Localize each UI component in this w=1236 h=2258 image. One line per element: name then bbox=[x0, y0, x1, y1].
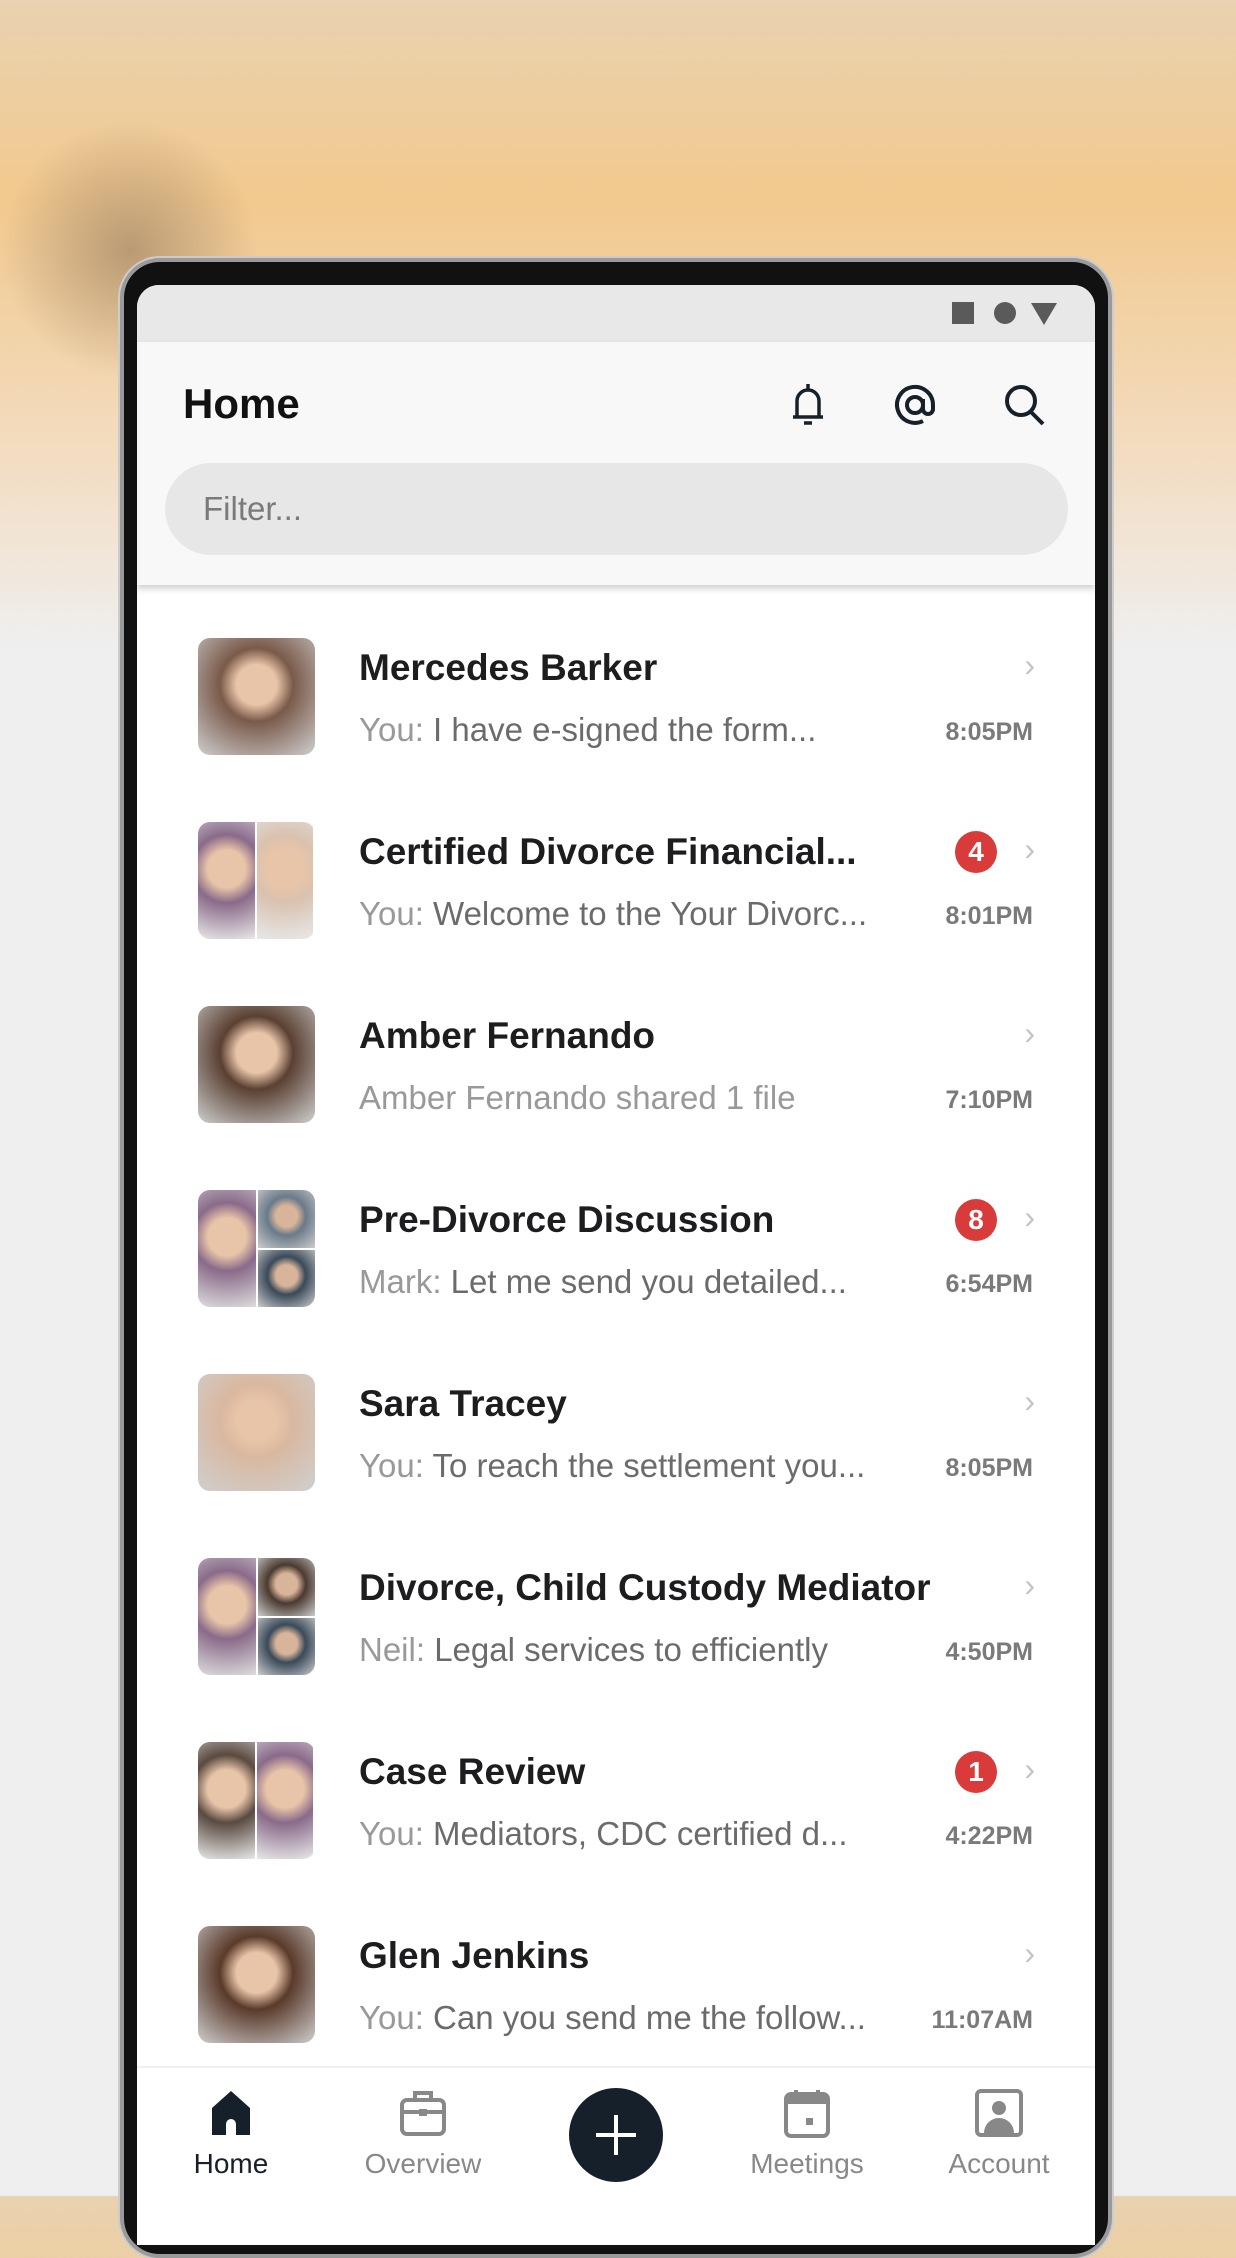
chevron-right-icon: › bbox=[1024, 1199, 1035, 1235]
preview-sender: You: bbox=[359, 711, 424, 748]
conversation-name: Mercedes Barker bbox=[359, 647, 658, 688]
stop-icon bbox=[952, 302, 974, 324]
search-icon[interactable] bbox=[1000, 380, 1050, 430]
avatar bbox=[198, 1374, 315, 1491]
bell-icon[interactable] bbox=[783, 380, 833, 430]
avatar bbox=[198, 822, 315, 939]
preview-message: Can you send me the follow... bbox=[433, 1999, 866, 2036]
conversation-preview: Neil: Legal services to efficiently bbox=[359, 1631, 828, 1669]
wifi-triangle-icon bbox=[1031, 303, 1057, 325]
mention-icon[interactable] bbox=[890, 380, 940, 430]
dot-icon bbox=[994, 302, 1016, 324]
avatar bbox=[198, 1742, 315, 1859]
preview-sender: Neil: bbox=[359, 1631, 426, 1668]
conversation-row[interactable]: Case Review You: Mediators, CDC certifie… bbox=[137, 1689, 1095, 1873]
nav-account[interactable]: Account bbox=[914, 2068, 1084, 2208]
nav-overview-label: Overview bbox=[364, 2148, 482, 2179]
conversation-time: 8:01PM bbox=[945, 902, 1033, 930]
conversation-time: 4:22PM bbox=[945, 1822, 1033, 1850]
chevron-right-icon: › bbox=[1024, 1935, 1035, 1971]
preview-sender: You: bbox=[359, 1447, 424, 1484]
add-button[interactable] bbox=[569, 2088, 663, 2182]
unread-badge: 4 bbox=[955, 831, 997, 873]
conversation-preview: You: Welcome to the Your Divorc... bbox=[359, 895, 867, 933]
conversation-preview: Mark: Let me send you detailed... bbox=[359, 1263, 847, 1301]
nav-account-label: Account bbox=[948, 2148, 1050, 2179]
home-icon bbox=[212, 2091, 250, 2135]
preview-sender: Amber Fernando shared 1 file bbox=[359, 1079, 796, 1116]
preview-message: Mediators, CDC certified d... bbox=[433, 1815, 848, 1852]
conversation-row[interactable]: Amber Fernando Amber Fernando shared 1 f… bbox=[137, 953, 1095, 1137]
calendar-icon bbox=[784, 2090, 830, 2138]
conversation-preview: You: Mediators, CDC certified d... bbox=[359, 1815, 848, 1853]
chevron-right-icon: › bbox=[1024, 1383, 1035, 1419]
app-header: Home bbox=[137, 342, 1095, 585]
chevron-right-icon: › bbox=[1024, 647, 1035, 683]
unread-badge: 8 bbox=[955, 1199, 997, 1241]
conversation-preview: You: Can you send me the follow... bbox=[359, 1999, 866, 2037]
conversation-time: 11:07AM bbox=[931, 2006, 1033, 2034]
unread-badge: 1 bbox=[955, 1751, 997, 1793]
nav-overview[interactable]: Overview bbox=[338, 2068, 508, 2208]
nav-home-label: Home bbox=[193, 2148, 269, 2179]
conversation-row[interactable]: Sara Tracey You: To reach the settlement… bbox=[137, 1321, 1095, 1505]
conversation-preview: You: To reach the settlement you... bbox=[359, 1447, 865, 1485]
conversation-preview: Amber Fernando shared 1 file bbox=[359, 1079, 796, 1117]
app-screen: Home Mercedes Barker You: I have e-signe… bbox=[137, 285, 1095, 2245]
nav-meetings-label: Meetings bbox=[750, 2148, 864, 2179]
conversation-name: Glen Jenkins bbox=[359, 1935, 590, 1976]
chevron-right-icon: › bbox=[1024, 1015, 1035, 1051]
nav-meetings[interactable]: Meetings bbox=[722, 2068, 892, 2208]
preview-message: Welcome to the Your Divorc... bbox=[433, 895, 868, 932]
conversation-time: 6:54PM bbox=[945, 1270, 1033, 1298]
conversation-row[interactable]: Pre-Divorce Discussion Mark: Let me send… bbox=[137, 1137, 1095, 1321]
nav-home[interactable]: Home bbox=[146, 2068, 316, 2208]
conversation-row[interactable]: Certified Divorce Financial... You: Welc… bbox=[137, 769, 1095, 953]
avatar bbox=[198, 1558, 315, 1675]
conversation-name: Pre-Divorce Discussion bbox=[359, 1199, 775, 1240]
preview-sender: You: bbox=[359, 1999, 424, 2036]
conversation-name: Certified Divorce Financial... bbox=[359, 831, 857, 872]
conversation-row[interactable]: Divorce, Child Custody Mediator Neil: Le… bbox=[137, 1505, 1095, 1689]
conversation-name: Sara Tracey bbox=[359, 1383, 567, 1424]
chevron-right-icon: › bbox=[1024, 1567, 1035, 1603]
preview-message: To reach the settlement you... bbox=[432, 1447, 866, 1484]
chevron-right-icon: › bbox=[1024, 831, 1035, 867]
conversation-time: 8:05PM bbox=[945, 1454, 1033, 1482]
conversation-row[interactable]: Mercedes Barker You: I have e-signed the… bbox=[137, 585, 1095, 769]
avatar bbox=[198, 638, 315, 755]
briefcase-icon bbox=[400, 2091, 446, 2136]
bottom-nav: Home Overview Meetings Account bbox=[137, 2066, 1095, 2245]
status-bar bbox=[137, 285, 1095, 342]
preview-message: Let me send you detailed... bbox=[450, 1263, 847, 1300]
conversation-name: Divorce, Child Custody Mediator bbox=[359, 1567, 931, 1608]
avatar bbox=[198, 1190, 315, 1307]
avatar bbox=[198, 1006, 315, 1123]
chevron-right-icon: › bbox=[1024, 1751, 1035, 1787]
conversation-time: 4:50PM bbox=[945, 1638, 1033, 1666]
plus-icon bbox=[596, 2115, 636, 2155]
preview-sender: You: bbox=[359, 1815, 424, 1852]
account-icon bbox=[975, 2089, 1023, 2137]
conversation-time: 8:05PM bbox=[945, 718, 1033, 746]
filter-input[interactable] bbox=[165, 463, 1068, 555]
conversation-preview: You: I have e-signed the form... bbox=[359, 711, 816, 749]
conversation-name: Case Review bbox=[359, 1751, 586, 1792]
preview-message: Legal services to efficiently bbox=[434, 1631, 828, 1668]
avatar bbox=[198, 1926, 315, 2043]
page-title: Home bbox=[183, 380, 300, 427]
preview-sender: You: bbox=[359, 895, 424, 932]
preview-sender: Mark: bbox=[359, 1263, 442, 1300]
preview-message: I have e-signed the form... bbox=[433, 711, 817, 748]
conversation-row[interactable]: Glen Jenkins You: Can you send me the fo… bbox=[137, 1873, 1095, 2057]
conversation-name: Amber Fernando bbox=[359, 1015, 656, 1056]
conversation-time: 7:10PM bbox=[945, 1086, 1033, 1114]
